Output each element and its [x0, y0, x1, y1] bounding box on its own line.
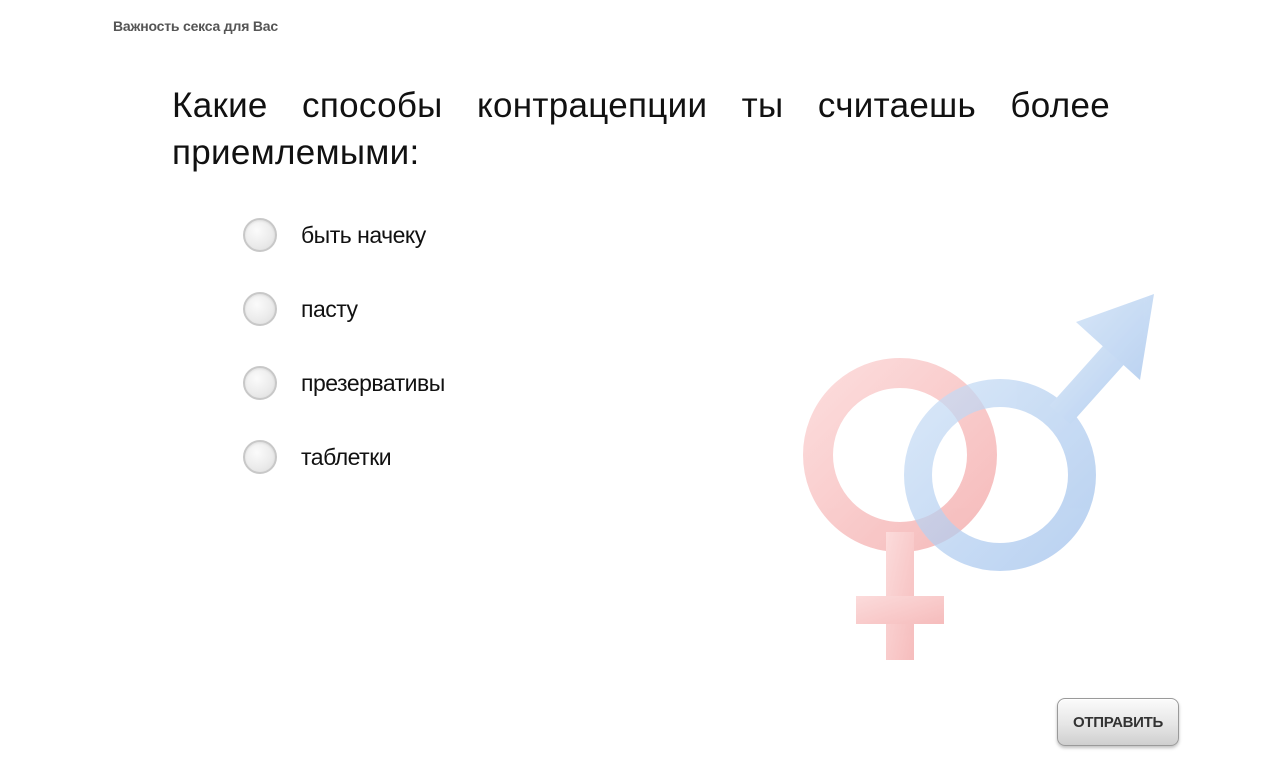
option-3[interactable]: презервативы [243, 363, 703, 403]
option-label-1[interactable]: быть начеку [301, 222, 426, 249]
radio-button-1[interactable] [243, 218, 277, 252]
radio-button-2[interactable] [243, 292, 277, 326]
question-text: Какие способы контрацепции ты считаешь б… [172, 86, 1110, 172]
option-4[interactable]: таблетки [243, 437, 703, 477]
answer-options: быть начеку пасту презервативы таблетки [243, 215, 703, 511]
submit-button[interactable]: ОТПРАВИТЬ [1057, 698, 1179, 746]
option-2[interactable]: пасту [243, 289, 703, 329]
option-label-4[interactable]: таблетки [301, 444, 392, 471]
option-label-3[interactable]: презервативы [301, 370, 445, 397]
option-label-2[interactable]: пасту [301, 296, 358, 323]
option-1[interactable]: быть начеку [243, 215, 703, 255]
gender-symbols-icon [803, 294, 1154, 660]
radio-button-3[interactable] [243, 366, 277, 400]
radio-button-4[interactable] [243, 440, 277, 474]
page-title: Важность секса для Вас [113, 18, 278, 34]
